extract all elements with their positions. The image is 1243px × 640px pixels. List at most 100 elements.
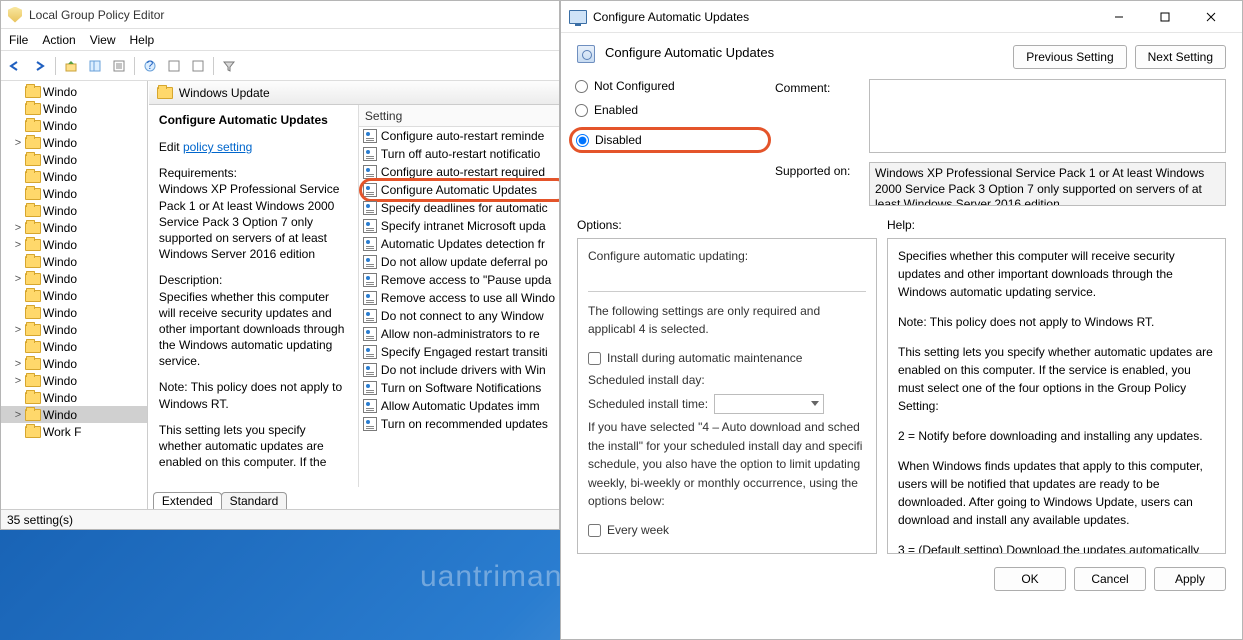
radio-not-configured[interactable]: Not Configured <box>575 79 771 93</box>
dialog-titlebar[interactable]: Configure Automatic Updates <box>561 1 1242 33</box>
tab-standard[interactable]: Standard <box>221 492 288 509</box>
tree-twisty-icon[interactable]: > <box>13 273 23 285</box>
toolbar-filter-icon[interactable] <box>218 55 240 77</box>
tree-item-label: Windo <box>43 255 77 269</box>
setting-item[interactable]: Specify deadlines for automatic <box>359 199 559 217</box>
tree-item-label: Windo <box>43 391 77 405</box>
tree-item[interactable]: Windo <box>1 100 147 117</box>
previous-setting-button[interactable]: Previous Setting <box>1013 45 1126 69</box>
setting-item[interactable]: Remove access to "Pause upda <box>359 271 559 289</box>
gpedit-tree[interactable]: WindoWindoWindo>WindoWindoWindoWindoWind… <box>1 81 148 509</box>
folder-icon <box>25 426 41 438</box>
cancel-button[interactable]: Cancel <box>1074 567 1146 591</box>
tree-twisty-icon[interactable]: > <box>13 409 23 421</box>
apply-button[interactable]: Apply <box>1154 567 1226 591</box>
tree-item[interactable]: >Windo <box>1 355 147 372</box>
tree-twisty-icon[interactable]: > <box>13 137 23 149</box>
menu-file[interactable]: File <box>9 33 28 47</box>
menu-help[interactable]: Help <box>130 33 155 47</box>
gpedit-desc-body: Specifies whether this computer will rec… <box>159 290 344 369</box>
menu-view[interactable]: View <box>90 33 116 47</box>
toolbar-extra1-icon[interactable] <box>163 55 185 77</box>
setting-item[interactable]: Do not connect to any Window <box>359 307 559 325</box>
menu-action[interactable]: Action <box>42 33 75 47</box>
tree-item[interactable]: Windo <box>1 287 147 304</box>
tree-item[interactable]: >Windo <box>1 372 147 389</box>
policy-item-icon <box>363 291 377 305</box>
folder-icon <box>25 375 41 387</box>
dialog-title: Configure Automatic Updates <box>593 10 749 24</box>
setting-item[interactable]: Specify Engaged restart transiti <box>359 343 559 361</box>
toolbar-up-icon[interactable] <box>60 55 82 77</box>
select-sched-time[interactable] <box>714 394 824 414</box>
help-box[interactable]: Specifies whether this computer will rec… <box>887 238 1226 554</box>
tree-item[interactable]: Windo <box>1 304 147 321</box>
setting-item[interactable]: Configure auto-restart reminde <box>359 127 559 145</box>
help-label: Help: <box>887 218 1226 232</box>
tree-item[interactable]: >Windo <box>1 321 147 338</box>
radio-disabled[interactable]: Disabled <box>576 133 642 147</box>
tree-item[interactable]: Windo <box>1 185 147 202</box>
toolbar-properties-icon[interactable] <box>108 55 130 77</box>
toolbar-divider <box>134 57 135 75</box>
setting-item[interactable]: Configure auto-restart required <box>359 163 559 181</box>
gpedit-edit-link[interactable]: policy setting <box>183 140 252 154</box>
folder-icon <box>25 188 41 200</box>
tree-item[interactable]: Windo <box>1 338 147 355</box>
chk-every-week[interactable] <box>588 524 601 537</box>
toolbar-help-icon[interactable]: ? <box>139 55 161 77</box>
ok-button[interactable]: OK <box>994 567 1066 591</box>
tree-item[interactable]: Work F <box>1 423 147 440</box>
toolbar-show-hide-tree-icon[interactable] <box>84 55 106 77</box>
setting-item[interactable]: Allow Automatic Updates imm <box>359 397 559 415</box>
setting-item[interactable]: Remove access to use all Windo <box>359 289 559 307</box>
next-setting-button[interactable]: Next Setting <box>1135 45 1226 69</box>
setting-item[interactable]: Turn on recommended updates <box>359 415 559 433</box>
tab-extended[interactable]: Extended <box>153 492 222 509</box>
tree-item[interactable]: Windo <box>1 151 147 168</box>
window-minimize-icon[interactable] <box>1096 2 1142 32</box>
help-paragraph: This setting lets you specify whether au… <box>898 343 1215 415</box>
tree-twisty-icon[interactable]: > <box>13 239 23 251</box>
tree-item[interactable]: > Windo <box>1 219 147 236</box>
window-maximize-icon[interactable] <box>1142 2 1188 32</box>
radio-enabled[interactable]: Enabled <box>575 103 771 117</box>
tree-item[interactable]: Windo <box>1 83 147 100</box>
configure-updates-dialog: Configure Automatic Updates Configure Au… <box>560 0 1243 640</box>
setting-item[interactable]: Turn on Software Notifications <box>359 379 559 397</box>
setting-item[interactable]: Turn off auto-restart notificatio <box>359 145 559 163</box>
tree-twisty-icon[interactable]: > <box>13 324 23 336</box>
tree-item[interactable]: Windo <box>1 202 147 219</box>
folder-icon <box>25 171 41 183</box>
tree-item[interactable]: Windo <box>1 168 147 185</box>
tree-item[interactable]: >Windo <box>1 134 147 151</box>
folder-icon <box>25 409 41 421</box>
setting-item[interactable]: Do not include drivers with Win <box>359 361 559 379</box>
setting-item[interactable]: Do not allow update deferral po <box>359 253 559 271</box>
tree-twisty-icon[interactable]: > <box>13 358 23 370</box>
toolbar-forward-icon[interactable] <box>29 55 51 77</box>
policy-item-icon <box>363 399 377 413</box>
tree-item[interactable]: Windo <box>1 253 147 270</box>
toolbar-back-icon[interactable] <box>5 55 27 77</box>
gpedit-titlebar[interactable]: Local Group Policy Editor <box>1 1 559 29</box>
tree-item[interactable]: Windo <box>1 389 147 406</box>
gpedit-settings-list[interactable]: Setting Configure auto-restart remindeTu… <box>359 105 559 487</box>
options-box[interactable]: Configure automatic updating: The follow… <box>577 238 877 554</box>
tree-twisty-icon[interactable]: > <box>13 375 23 387</box>
setting-item[interactable]: Specify intranet Microsoft upda <box>359 217 559 235</box>
chk-install-maint[interactable] <box>588 352 601 365</box>
tree-item[interactable]: Windo <box>1 117 147 134</box>
setting-item[interactable]: Allow non-administrators to re <box>359 325 559 343</box>
toolbar-extra2-icon[interactable] <box>187 55 209 77</box>
tree-item[interactable]: >Windo <box>1 236 147 253</box>
tree-item-label: Windo <box>43 221 77 235</box>
comment-textarea[interactable] <box>869 79 1226 153</box>
gpedit-list-col-setting[interactable]: Setting <box>359 105 559 127</box>
setting-item[interactable]: Automatic Updates detection fr <box>359 235 559 253</box>
tree-item[interactable]: >Windo <box>1 270 147 287</box>
setting-item[interactable]: Configure Automatic Updates <box>359 181 559 199</box>
tree-item[interactable]: >Windo <box>1 406 147 423</box>
window-close-icon[interactable] <box>1188 2 1234 32</box>
tree-twisty-icon[interactable]: > <box>13 222 23 234</box>
